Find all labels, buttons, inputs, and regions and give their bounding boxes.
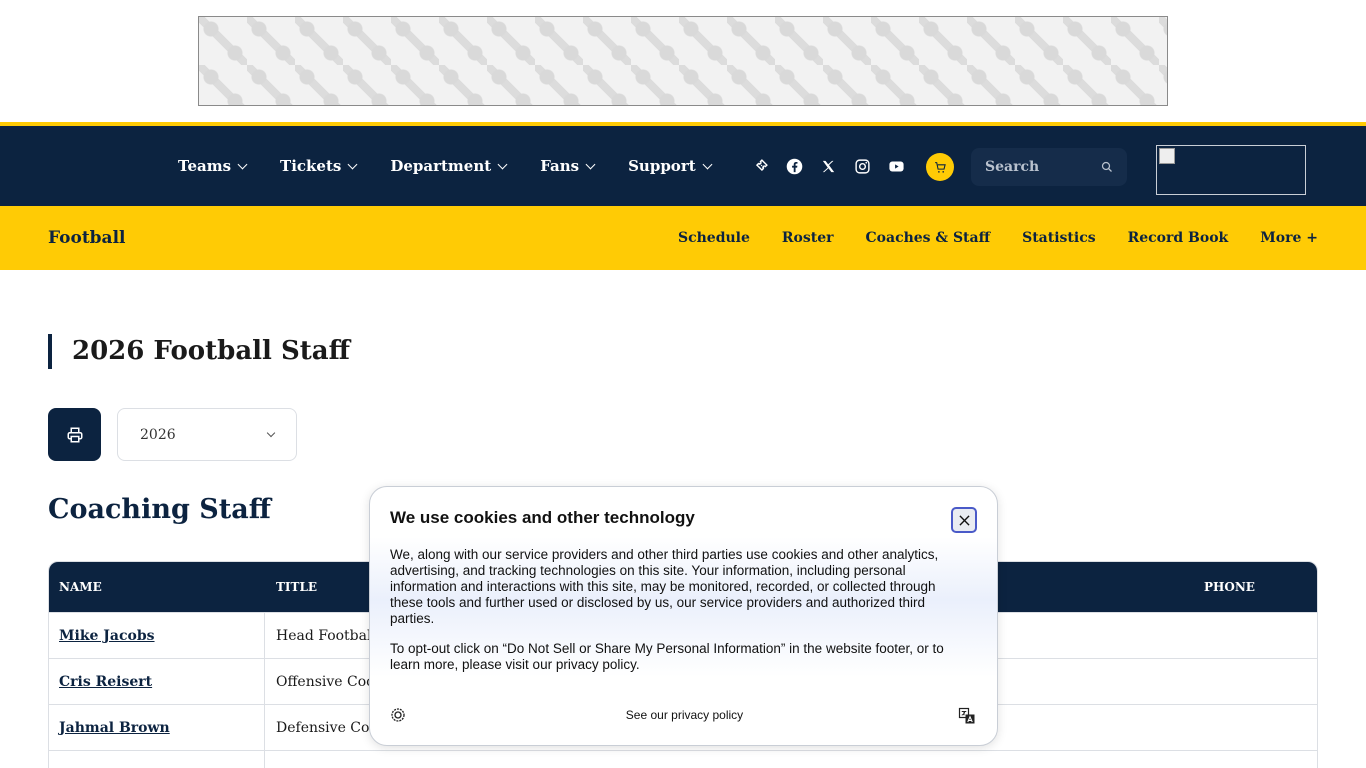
facebook-icon[interactable] — [784, 156, 804, 176]
column-header-name[interactable]: NAME — [59, 562, 102, 612]
x-twitter-icon[interactable] — [818, 156, 838, 176]
chevron-down-icon — [702, 159, 713, 169]
broken-image-icon — [1159, 148, 1175, 164]
column-divider — [264, 613, 265, 658]
nav-fans-label: Fans — [540, 157, 580, 175]
search-input[interactable]: Search — [971, 148, 1127, 186]
chevron-down-icon — [585, 159, 596, 169]
subnav-statistics[interactable]: Statistics — [1022, 230, 1096, 246]
nav-tickets[interactable]: Tickets — [280, 157, 358, 175]
chevron-down-icon — [347, 159, 358, 169]
printer-icon — [67, 427, 82, 442]
cookie-close-button[interactable] — [951, 507, 977, 533]
nav-department[interactable]: Department — [390, 157, 508, 175]
main-navigation: Teams Tickets Department Fans Support Se… — [0, 122, 1366, 206]
privacy-policy-link[interactable]: See our privacy policy — [370, 708, 997, 722]
column-divider — [264, 659, 265, 704]
column-header-phone[interactable]: PHONE — [1204, 562, 1255, 612]
partner-logo[interactable] — [1156, 145, 1306, 195]
page-title: 2026 Football Staff — [48, 334, 350, 369]
print-button[interactable] — [48, 408, 101, 461]
nav-fans[interactable]: Fans — [540, 157, 596, 175]
table-row — [49, 750, 1317, 768]
staff-name-link[interactable]: Jahmal Brown — [59, 705, 170, 751]
chevron-down-icon — [497, 159, 508, 169]
social-links — [750, 126, 920, 206]
subnav-record-book[interactable]: Record Book — [1128, 230, 1229, 246]
nav-tickets-label: Tickets — [280, 157, 342, 175]
staff-name-link[interactable]: Cris Reisert — [59, 659, 152, 705]
nav-teams[interactable]: Teams — [178, 157, 248, 175]
staff-name-link[interactable]: Mike Jacobs — [59, 613, 155, 659]
close-icon — [958, 514, 970, 526]
language-translate-icon[interactable] — [958, 707, 976, 725]
ad-banner[interactable] — [198, 16, 1168, 106]
cookie-consent-dialog: We use cookies and other technology We, … — [369, 486, 998, 746]
column-divider — [264, 705, 265, 750]
cart-icon — [934, 161, 946, 173]
instagram-icon[interactable] — [852, 156, 872, 176]
nav-department-label: Department — [390, 157, 492, 175]
ad-area — [0, 0, 1366, 122]
search-icon — [1101, 161, 1112, 172]
chevron-down-icon — [266, 428, 276, 437]
sport-title[interactable]: Football — [48, 206, 126, 270]
season-select-value: 2026 — [140, 426, 176, 443]
sport-links: Schedule Roster Coaches & Staff Statisti… — [646, 206, 1318, 270]
subnav-roster[interactable]: Roster — [782, 230, 834, 246]
cookie-dialog-title: We use cookies and other technology — [390, 508, 695, 527]
section-title: Coaching Staff — [48, 494, 271, 525]
nav-support[interactable]: Support — [628, 157, 713, 175]
main-menu: Teams Tickets Department Fans Support — [178, 126, 745, 206]
cart-button[interactable] — [926, 153, 954, 181]
cookie-description: We, along with our service providers and… — [390, 547, 939, 626]
chevron-down-icon — [237, 159, 248, 169]
column-divider — [264, 751, 265, 768]
column-header-title[interactable]: TITLE — [276, 562, 317, 612]
search-placeholder: Search — [985, 159, 1040, 175]
season-select[interactable]: 2026 — [117, 408, 297, 461]
nav-support-label: Support — [628, 157, 696, 175]
subnav-more[interactable]: More + — [1260, 230, 1318, 246]
youtube-icon[interactable] — [886, 156, 906, 176]
sport-subnav: Football Schedule Roster Coaches & Staff… — [0, 206, 1366, 270]
cookie-opt-out-text: To opt-out click on “Do Not Sell or Shar… — [390, 641, 944, 672]
subnav-coaches-staff[interactable]: Coaches & Staff — [866, 230, 991, 246]
nav-teams-label: Teams — [178, 157, 232, 175]
ticket-icon[interactable] — [750, 156, 770, 176]
subnav-schedule[interactable]: Schedule — [678, 230, 750, 246]
